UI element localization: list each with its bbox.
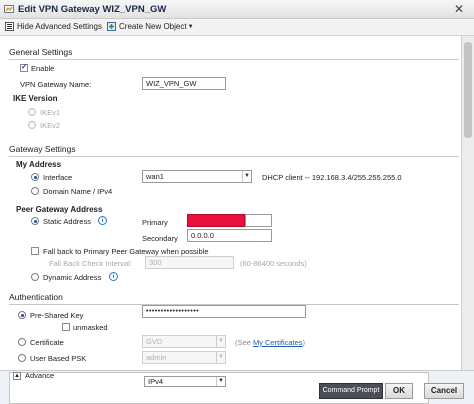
my-certificates-link[interactable]: My Certificates [253, 338, 303, 347]
info-icon[interactable]: i [98, 216, 107, 225]
ikev1-label: IKEv1 [40, 108, 61, 117]
authentication-heading: Authentication [9, 292, 63, 302]
dynamic-address-radio[interactable] [31, 273, 39, 281]
fallback-label: Fall back to Primary Peer Gateway when p… [43, 247, 209, 256]
user-psk-select[interactable]: admin ▼ [142, 351, 226, 364]
primary-input[interactable] [187, 214, 245, 227]
collapse-icon[interactable]: ▲ [13, 372, 21, 380]
user-based-psk-label: User Based PSK [30, 354, 87, 363]
dhcp-info-text: DHCP client -- 192.168.3.4/255.255.255.0 [262, 173, 402, 182]
hide-advanced-label: Hide Advanced Settings [17, 22, 102, 31]
toolbar: Hide Advanced Settings Create New Object… [0, 19, 474, 36]
vpn-gateway-icon [4, 5, 14, 13]
chevron-down-icon: ▼ [216, 352, 225, 363]
chevron-down-icon: ▼ [216, 336, 225, 347]
user-psk-value: admin [146, 353, 167, 362]
certificate-hint: (See My Certificates) [235, 338, 305, 347]
fallback-checkbox[interactable] [31, 247, 39, 255]
interface-select[interactable]: wan1 ▼ [142, 170, 252, 183]
scroll-thumb[interactable] [464, 42, 472, 138]
fallback-interval-label: Fall Back Check Interval: [49, 259, 132, 268]
ikev1-radio[interactable] [28, 108, 36, 116]
local-id-type-value: IPv4 [148, 377, 164, 386]
fallback-interval-input[interactable]: 300 [145, 256, 234, 269]
static-address-radio[interactable] [31, 217, 39, 225]
primary-label: Primary [142, 218, 168, 227]
pre-shared-key-input[interactable]: •••••••••••••••••• [142, 305, 306, 318]
ikev2-label: IKEv2 [40, 121, 61, 130]
advance-label: Advance [25, 371, 55, 380]
ikev2-radio[interactable] [28, 121, 36, 129]
cancel-button[interactable]: Cancel [424, 383, 464, 399]
unmasked-label: unmasked [73, 323, 108, 332]
gateway-settings-heading: Gateway Settings [9, 144, 76, 154]
ike-version-heading: IKE Version [13, 94, 58, 103]
enable-checkbox[interactable] [20, 62, 28, 72]
certificate-value: GVD [146, 337, 163, 346]
hide-advanced-button[interactable]: Hide Advanced Settings [5, 22, 102, 31]
divider [9, 156, 459, 157]
general-settings-heading: General Settings [9, 47, 73, 57]
pre-shared-key-label: Pre-Shared Key [30, 311, 84, 320]
unmasked-checkbox[interactable] [62, 323, 70, 331]
interface-value: wan1 [146, 172, 164, 181]
dynamic-address-label: Dynamic Address [43, 273, 102, 282]
dialog-content: General Settings Enable VPN Gateway Name… [0, 36, 461, 370]
secondary-input[interactable]: 0.0.0.0 [187, 229, 272, 242]
create-new-object-menu[interactable]: Create New Object ▼ [107, 22, 194, 31]
command-prompt-button[interactable]: Command Prompt [319, 383, 383, 399]
peer-gateway-heading: Peer Gateway Address [16, 205, 103, 214]
close-icon[interactable]: ✕ [452, 2, 466, 16]
see-prefix: (See [235, 338, 253, 347]
dialog-title: Edit VPN Gateway WIZ_VPN_GW [18, 4, 167, 15]
ok-button[interactable]: OK [385, 383, 413, 399]
interface-label: Interface [43, 173, 73, 182]
fallback-range-hint: (60-86400 seconds) [240, 259, 307, 268]
static-address-label: Static Address [43, 217, 91, 226]
local-id-type-select[interactable]: IPv4 ▼ [144, 376, 226, 387]
hide-advanced-icon [5, 22, 14, 31]
gateway-name-label: VPN Gateway Name: [20, 80, 92, 89]
my-address-heading: My Address [16, 160, 62, 169]
certificate-label: Certificate [30, 338, 64, 347]
user-based-psk-radio[interactable] [18, 354, 26, 362]
title-bar: Edit VPN Gateway WIZ_VPN_GW ✕ [0, 0, 474, 19]
create-object-icon [107, 22, 116, 31]
interface-radio[interactable] [31, 173, 39, 181]
chevron-down-icon: ▼ [242, 171, 251, 182]
chevron-down-icon: ▼ [187, 23, 194, 30]
enable-label: Enable [31, 64, 55, 73]
see-suffix: ) [302, 338, 306, 347]
certificate-select[interactable]: GVD ▼ [142, 335, 226, 348]
chevron-down-icon: ▼ [216, 377, 225, 386]
domain-name-radio[interactable] [31, 187, 39, 195]
certificate-radio[interactable] [18, 338, 26, 346]
secondary-label: Secondary [142, 234, 178, 243]
domain-name-label: Domain Name / IPv4 [43, 187, 113, 196]
pre-shared-key-radio[interactable] [18, 311, 26, 319]
create-new-object-label: Create New Object [119, 22, 187, 31]
divider [9, 59, 459, 60]
info-icon[interactable]: i [109, 272, 118, 281]
gateway-name-input[interactable]: WIZ_VPN_GW [142, 77, 226, 90]
vertical-scrollbar[interactable] [461, 36, 474, 370]
primary-input-tail[interactable] [245, 214, 272, 227]
